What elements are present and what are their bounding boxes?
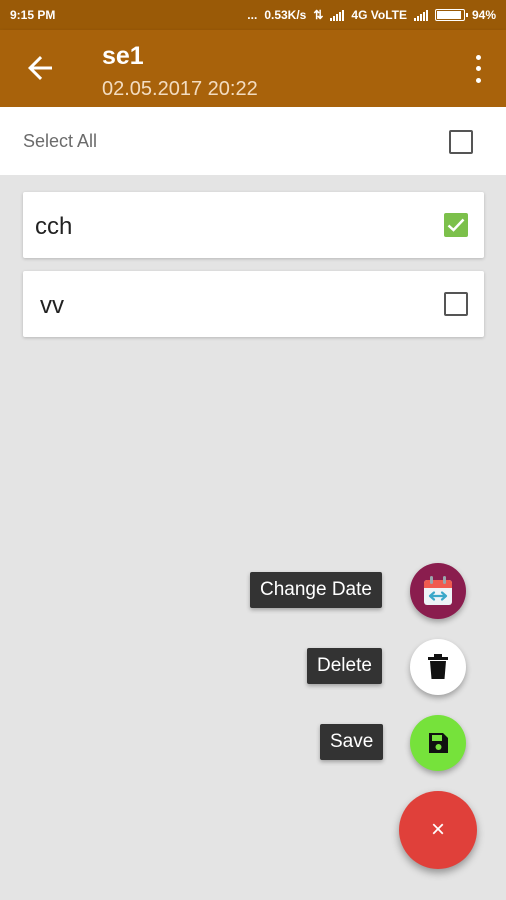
change-date-button[interactable] xyxy=(410,563,466,619)
status-bar: 9:15 PM ... 0.53K/s ⇅ 4G VoLTE 94% xyxy=(0,0,506,30)
app-bar: se1 02.05.2017 20:22 xyxy=(0,30,506,107)
delete-label[interactable]: Delete xyxy=(307,648,382,684)
trash-icon xyxy=(428,654,448,679)
list-item-label: vv xyxy=(40,292,64,319)
close-icon: × xyxy=(430,816,445,843)
list-item[interactable]: vv xyxy=(23,271,484,337)
select-all-row[interactable]: Select All xyxy=(0,107,506,175)
data-transfer-icon: ⇅ xyxy=(313,8,324,22)
signal-icon-2 xyxy=(413,9,428,21)
page-subtitle-date: 02.05.2017 20:22 xyxy=(102,78,258,100)
arrow-left-icon xyxy=(28,56,52,80)
back-button[interactable] xyxy=(22,50,58,86)
battery-icon xyxy=(434,9,468,21)
more-vert-icon[interactable] xyxy=(468,52,488,86)
battery-percent: 94% xyxy=(471,8,496,22)
check-icon xyxy=(447,218,465,232)
status-time: 9:15 PM xyxy=(10,8,56,22)
list-item[interactable]: cch xyxy=(23,192,484,258)
save-label[interactable]: Save xyxy=(320,724,384,760)
signal-icon xyxy=(330,9,345,21)
more-dots-icon: ... xyxy=(247,8,258,22)
network-speed: 0.53K/s xyxy=(264,8,307,22)
floppy-icon xyxy=(429,733,448,753)
page-title: se1 xyxy=(102,42,144,70)
status-indicators: ... 0.53K/s ⇅ 4G VoLTE 94% xyxy=(247,8,496,22)
list-item-label: cch xyxy=(35,213,73,240)
close-fab-button[interactable]: × xyxy=(399,791,477,869)
delete-button[interactable] xyxy=(410,639,466,695)
change-date-label[interactable]: Change Date xyxy=(250,572,382,608)
calendar-icon xyxy=(424,576,452,605)
save-button[interactable] xyxy=(410,715,466,771)
item-checkbox-checked[interactable] xyxy=(444,213,468,237)
item-checkbox[interactable] xyxy=(444,292,468,316)
select-all-label: Select All xyxy=(23,131,98,151)
network-type: 4G VoLTE xyxy=(351,8,407,22)
select-all-checkbox[interactable] xyxy=(449,130,473,154)
